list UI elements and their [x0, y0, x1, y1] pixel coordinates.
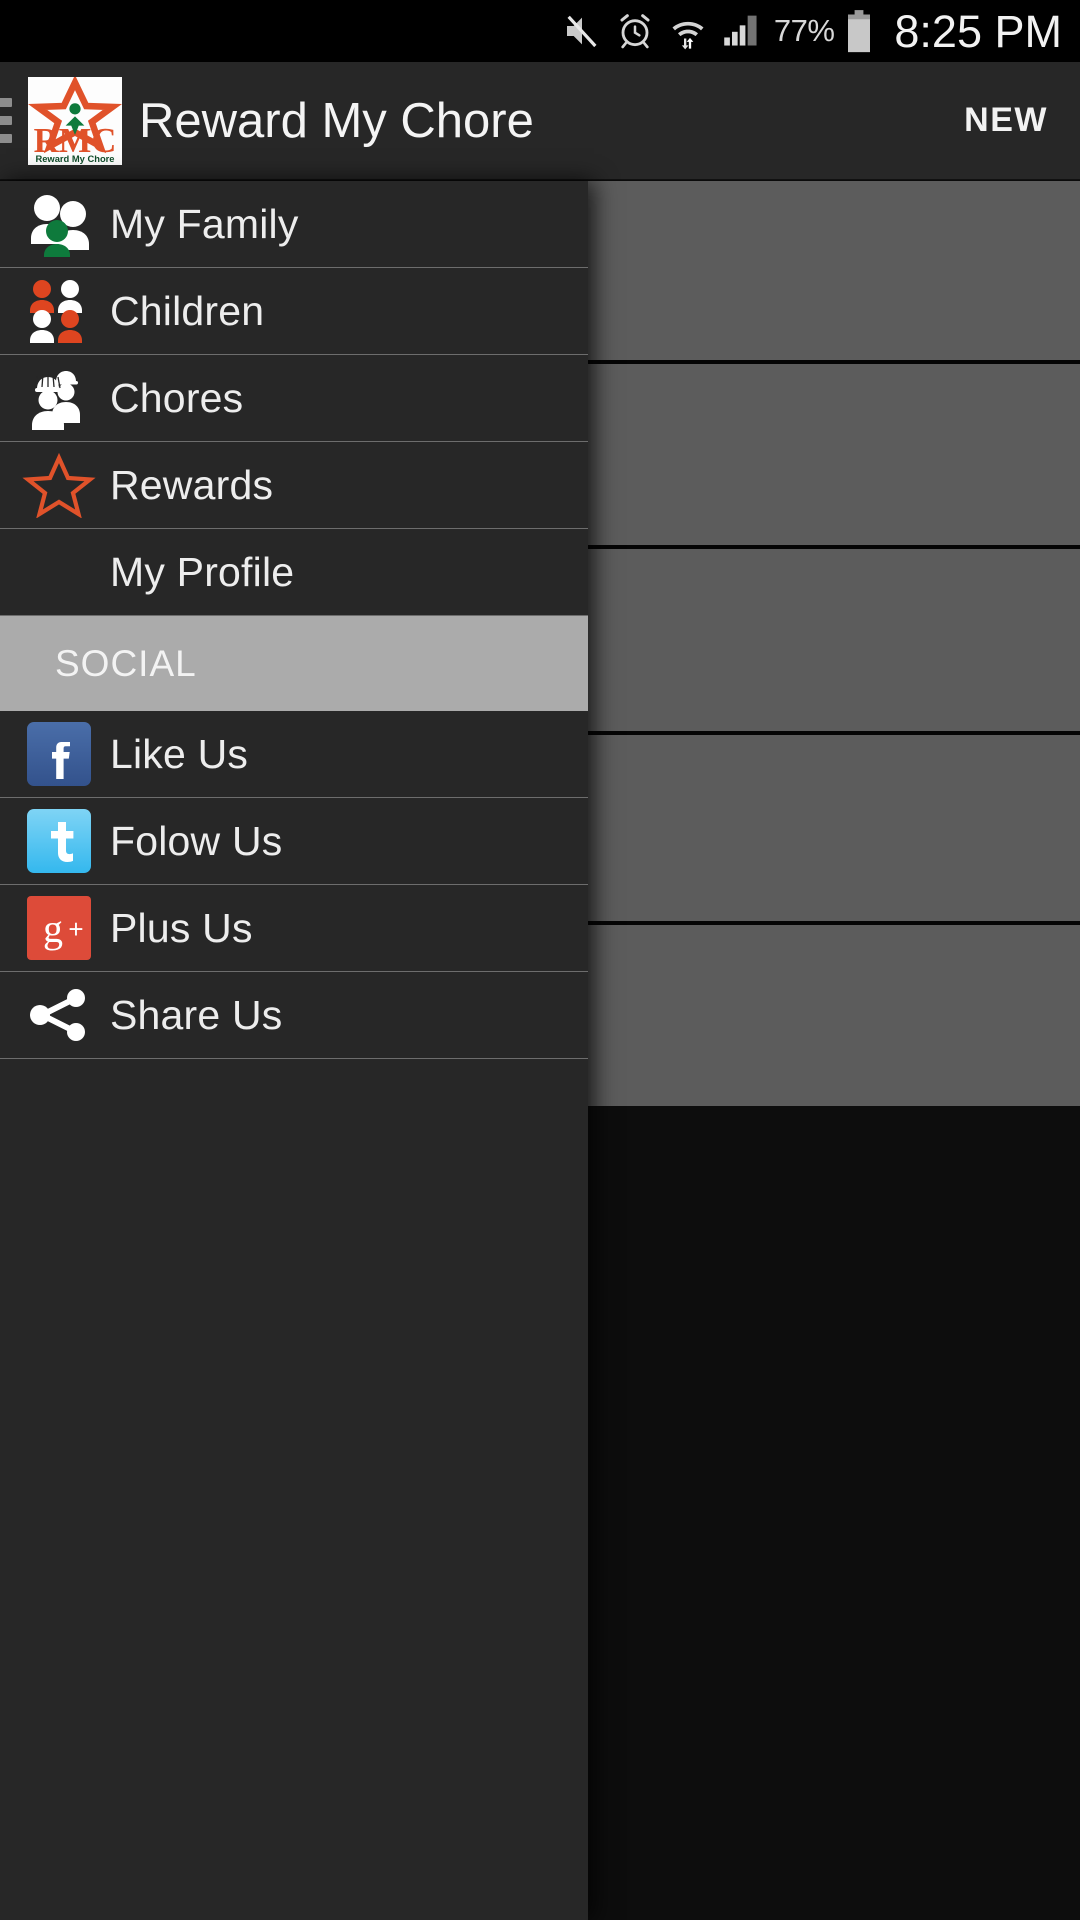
section-header-label: SOCIAL [55, 642, 197, 684]
sidebar-item-follow-us[interactable]: Folow Us [0, 798, 588, 885]
facebook-icon [22, 721, 96, 787]
sidebar-item-label: Like Us [110, 730, 249, 777]
sidebar-item-share-us[interactable]: Share Us [0, 972, 588, 1059]
section-header-social: SOCIAL [0, 616, 588, 711]
share-icon [22, 982, 96, 1048]
sidebar-item-children[interactable]: Children [0, 268, 588, 355]
alarm-clock-icon [615, 11, 655, 51]
new-button[interactable]: NEW [964, 101, 1048, 140]
mute-icon [562, 11, 602, 51]
sidebar-item-label: My Family [110, 200, 299, 247]
phone-screen: 77% 8:25 PM RMC Reward My Chore Reward M… [0, 0, 1080, 1920]
sidebar-item-label: Children [110, 287, 265, 334]
sidebar-item-label: Rewards [110, 461, 274, 508]
svg-text:Reward My Chore: Reward My Chore [35, 154, 114, 164]
battery-percent-label: 77% [773, 13, 835, 48]
sidebar-item-label: My Profile [110, 548, 295, 595]
svg-text:g: g [43, 906, 63, 951]
sidebar-item-plus-us[interactable]: g + Plus Us [0, 885, 588, 972]
sidebar-item-like-us[interactable]: Like Us [0, 711, 588, 798]
rmc-logo: RMC Reward My Chore [28, 76, 122, 165]
sidebar-item-label: Plus Us [110, 904, 253, 951]
sidebar-item-rewards[interactable]: Rewards [0, 442, 588, 529]
action-bar: RMC Reward My Chore Reward My Chore NEW [0, 62, 1080, 180]
star-outline-icon [22, 452, 96, 518]
hamburger-menu-icon[interactable] [0, 98, 12, 143]
battery-icon [845, 9, 873, 53]
workers-hardhat-icon [22, 365, 96, 431]
google-plus-icon: g + [22, 895, 96, 961]
wifi-icon [668, 11, 708, 51]
sidebar-item-label: Chores [110, 374, 244, 421]
sidebar-item-chores[interactable]: Chores [0, 355, 588, 442]
sidebar-item-my-profile[interactable]: My Profile [0, 529, 588, 616]
page-title: Reward My Chore [139, 93, 534, 148]
family-group-icon [22, 191, 96, 257]
profile-icon-placeholder [22, 539, 96, 605]
status-bar-clock: 8:25 PM [894, 5, 1062, 57]
sidebar-item-label: Folow Us [110, 817, 283, 864]
navigation-drawer: My Family Children Chores Rewards My Pro… [0, 181, 588, 1920]
children-group-icon [22, 278, 96, 344]
cellular-signal-icon [721, 11, 763, 51]
status-bar: 77% 8:25 PM [0, 0, 1080, 62]
svg-text:+: + [68, 914, 83, 944]
twitter-icon [22, 808, 96, 874]
sidebar-item-my-family[interactable]: My Family [0, 181, 588, 268]
sidebar-item-label: Share Us [110, 991, 283, 1038]
